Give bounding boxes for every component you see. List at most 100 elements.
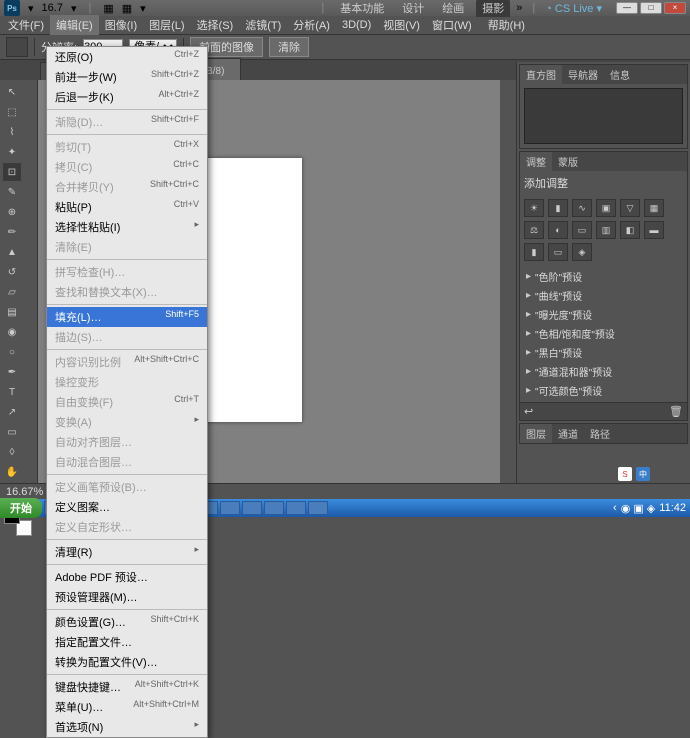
task-11[interactable] [264,501,284,515]
eyedropper-tool[interactable]: ✎ [3,183,21,201]
panel-trash-icon[interactable]: 🗑 [669,405,683,419]
menuitem-U[interactable]: 菜单(U)…Alt+Shift+Ctrl+M [47,697,207,717]
menu-view[interactable]: 视图(V) [377,15,426,35]
tab-navigator[interactable]: 导航器 [562,65,604,84]
tab-histogram[interactable]: 直方图 [520,65,562,84]
tab-channels[interactable]: 通道 [552,424,584,443]
menu-select[interactable]: 选择(S) [191,15,240,35]
menuitem-[interactable]: 键盘快捷键…Alt+Shift+Ctrl+K [47,677,207,697]
adj-levels-icon[interactable]: ▮ [548,199,568,217]
current-tool-icon[interactable] [6,37,28,57]
adj-mixer-icon[interactable]: ▥ [596,221,616,239]
task-10[interactable] [242,501,262,515]
more-ws[interactable]: » [516,2,522,14]
shape-tool[interactable]: ▭ [3,423,21,441]
hand-tool[interactable]: ✋ [3,463,21,481]
path-tool[interactable]: ↗ [3,403,21,421]
adj-vibrance-icon[interactable]: ▽ [620,199,640,217]
brush-tool[interactable]: ✏ [3,223,21,241]
adj-hue-icon[interactable]: ▦ [644,199,664,217]
adj-gradmap-icon[interactable]: ▭ [548,243,568,261]
clear-button[interactable]: 清除 [269,37,309,57]
menuitem-I[interactable]: 选择性粘贴(I)▸ [47,217,207,237]
tab-adjust[interactable]: 调整 [520,152,552,171]
adj-curves-icon[interactable]: ∿ [572,199,592,217]
status-zoom[interactable]: 16.67% [6,486,43,498]
menu-filter[interactable]: 滤镜(T) [239,15,287,35]
menu-help[interactable]: 帮助(H) [482,15,531,35]
pen-tool[interactable]: ✒ [3,363,21,381]
tray-expand-icon[interactable]: ‹ [613,502,617,514]
adj-brightness-icon[interactable]: ☀ [524,199,544,217]
3d-tool[interactable]: ◊ [3,443,21,461]
blur-tool[interactable]: ◉ [3,323,21,341]
panel-return-icon[interactable]: ↩ [524,405,538,419]
tab-paths[interactable]: 路径 [584,424,616,443]
menu-3d[interactable]: 3D(D) [336,17,377,33]
adj-poster-icon[interactable]: ▬ [644,221,664,239]
menuitem-L[interactable]: 填充(L)…Shift+F5 [47,307,207,327]
lasso-tool[interactable]: ⌇ [3,123,21,141]
adj-bw-icon[interactable]: ◐ [548,221,568,239]
preset-item[interactable]: "曝光度"预设 [522,305,685,324]
menu-analysis[interactable]: 分析(A) [287,15,336,35]
move-tool[interactable]: ↖ [3,83,21,101]
menu-image[interactable]: 图像(I) [99,15,143,35]
menuitem-R[interactable]: 清理(R)▸ [47,542,207,562]
menuitem-W[interactable]: 前进一步(W)Shift+Ctrl+Z [47,67,207,87]
tab-layers[interactable]: 图层 [520,424,552,443]
task-9[interactable] [220,501,240,515]
tab-mask[interactable]: 蒙版 [552,152,584,171]
adj-thresh-icon[interactable]: ▮ [524,243,544,261]
preset-item[interactable]: "通道混和器"预设 [522,362,685,381]
menu-file[interactable]: 文件(F) [2,15,50,35]
maximize-button[interactable]: □ [640,2,662,14]
adj-invert-icon[interactable]: ◧ [620,221,640,239]
menuitem-P[interactable]: 粘贴(P)Ctrl+V [47,197,207,217]
task-13[interactable] [308,501,328,515]
menuitem-[interactable]: 定义图案… [47,497,207,517]
marquee-tool[interactable]: ⬚ [3,103,21,121]
zoom-dropdown2[interactable]: ▾ [71,2,77,15]
preset-item[interactable]: "色相/饱和度"预设 [522,324,685,343]
dodge-tool[interactable]: ○ [3,343,21,361]
preset-item[interactable]: "色阶"预设 [522,267,685,286]
menuitem-[interactable]: 指定配置文件… [47,632,207,652]
heal-tool[interactable]: ⊕ [3,203,21,221]
adj-balance-icon[interactable]: ⚖ [524,221,544,239]
tab-info[interactable]: 信息 [604,65,636,84]
view-icon[interactable]: ▦ [103,2,113,15]
cslive-button[interactable]: ◔ CS Live ▾ [545,2,602,15]
ime-cn-icon[interactable]: 中 [636,467,650,481]
menu-layer[interactable]: 图层(L) [143,15,190,35]
ime-s-icon[interactable]: S [618,467,632,481]
text-tool[interactable]: T [3,383,21,401]
menu-window[interactable]: 窗口(W) [426,15,478,35]
start-button[interactable]: 开始 [0,498,42,518]
menuitem-M[interactable]: 预设管理器(M)… [47,587,207,607]
menuitem-AdobePDF[interactable]: Adobe PDF 预设… [47,567,207,587]
menuitem-N[interactable]: 首选项(N)▸ [47,717,207,737]
mode-dropdown[interactable]: ▾ [140,2,146,15]
eraser-tool[interactable]: ▱ [3,283,21,301]
preset-item[interactable]: "黑白"预设 [522,343,685,362]
preset-item[interactable]: "曲线"预设 [522,286,685,305]
menuitem-V[interactable]: 转换为配置文件(V)… [47,652,207,672]
menuitem-K[interactable]: 后退一步(K)Alt+Ctrl+Z [47,87,207,107]
preset-item[interactable]: "可选颜色"预设 [522,381,685,400]
close-button[interactable]: × [664,2,686,14]
menuitem-G[interactable]: 颜色设置(G)…Shift+Ctrl+K [47,612,207,632]
gradient-tool[interactable]: ▤ [3,303,21,321]
wand-tool[interactable]: ✦ [3,143,21,161]
adj-photo-icon[interactable]: ▭ [572,221,592,239]
zoom-dropdown[interactable]: ▾ [28,2,34,15]
crop-tool[interactable]: ⊡ [3,163,21,181]
stamp-tool[interactable]: ▲ [3,243,21,261]
adj-exposure-icon[interactable]: ▣ [596,199,616,217]
minimize-button[interactable]: — [616,2,638,14]
screen-icon[interactable]: ▦ [122,2,132,15]
tray-icons[interactable]: ◉ ▣ ◈ [621,502,656,515]
task-12[interactable] [286,501,306,515]
adj-selcolor-icon[interactable]: ◈ [572,243,592,261]
history-tool[interactable]: ↺ [3,263,21,281]
